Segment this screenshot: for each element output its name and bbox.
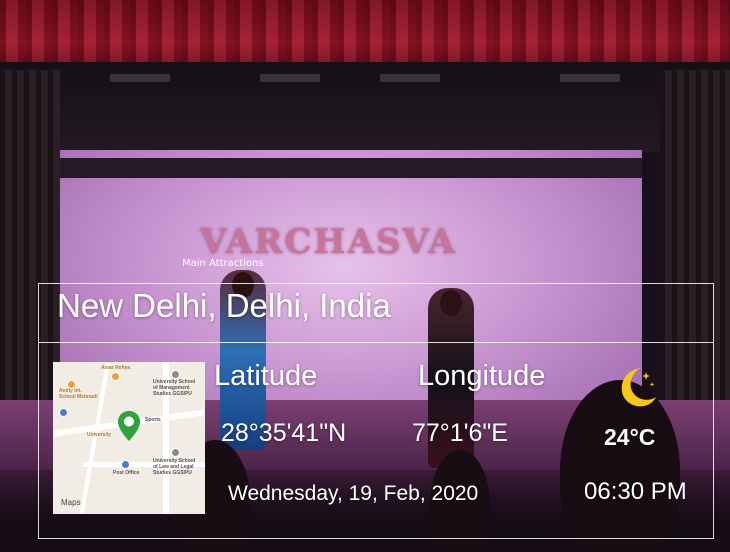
poi-marker bbox=[59, 408, 68, 417]
map-label: Post Office bbox=[113, 470, 140, 476]
stage-light bbox=[380, 74, 440, 82]
maps-attribution: Maps bbox=[61, 498, 81, 507]
latitude-value: 28°35'41"N bbox=[221, 419, 347, 447]
map-label: Amity Int. School Mehrauli bbox=[59, 388, 98, 400]
maps-attribution-label: Maps bbox=[61, 498, 81, 507]
longitude-label: Longitude bbox=[418, 360, 546, 392]
date-stamp: Wednesday, 19, Feb, 2020 bbox=[228, 482, 479, 505]
time-stamp: 06:30 PM bbox=[584, 478, 687, 505]
banner-title: VARCHASVA bbox=[200, 222, 457, 262]
map-label: University School of Management Studies … bbox=[153, 379, 196, 397]
card-divider bbox=[38, 342, 714, 343]
stage-light bbox=[260, 74, 320, 82]
location-pin-icon bbox=[118, 411, 140, 441]
temperature-value: 24°C bbox=[604, 424, 656, 450]
map-label: Amar Rehya bbox=[101, 365, 131, 371]
poi-marker bbox=[111, 372, 120, 381]
map-road bbox=[79, 362, 111, 514]
latitude-label: Latitude bbox=[214, 360, 318, 392]
stage-light bbox=[560, 74, 620, 82]
location-title: New Delhi, Delhi, India bbox=[57, 287, 391, 324]
map-thumbnail[interactable]: Amity Int. School Mehrauli Amar Rehya Un… bbox=[53, 362, 205, 514]
screen-top-band bbox=[48, 158, 642, 178]
poi-marker bbox=[121, 460, 130, 469]
banner-subtitle: Main Attractions bbox=[182, 258, 264, 269]
poi-marker bbox=[171, 448, 180, 457]
moon-stars-icon bbox=[621, 368, 656, 407]
map-label: Sports bbox=[145, 417, 161, 423]
stage-light bbox=[110, 74, 170, 82]
longitude-value: 77°1'6"E bbox=[412, 419, 508, 447]
poi-marker bbox=[171, 370, 180, 379]
map-label: University School of Law and Legal Studi… bbox=[153, 458, 196, 476]
